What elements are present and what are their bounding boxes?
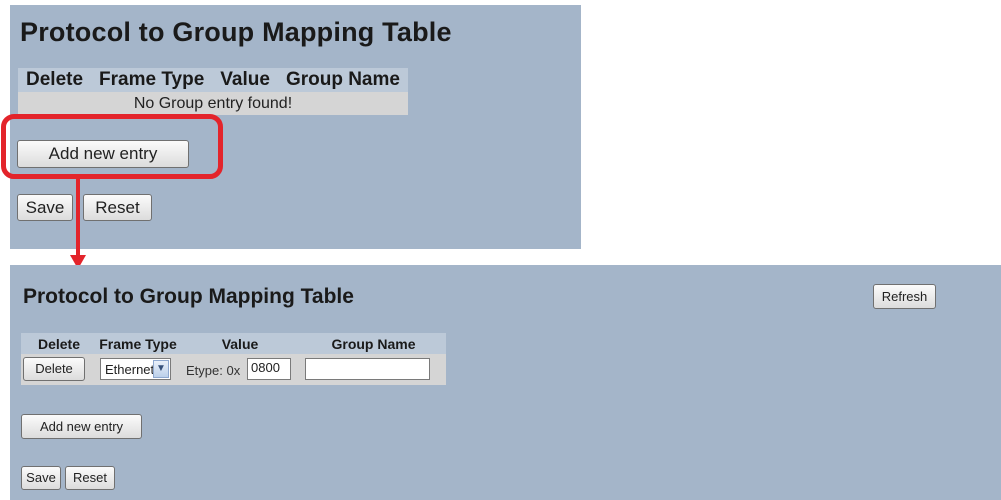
frame-type-select[interactable]: Ethernet ▼ [100,358,171,380]
frame-type-value: Ethernet [105,362,155,377]
column-header-delete: Delete [21,333,97,354]
group-name-input[interactable] [305,358,430,380]
table-row: Delete Ethernet ▼ Etype: 0x 0800 [21,354,446,385]
save-button[interactable]: Save [17,194,73,221]
chevron-down-icon[interactable]: ▼ [153,360,169,378]
mapping-panel-after: Protocol to Group Mapping Table Refresh … [10,265,1001,500]
etype-prefix-label: Etype: 0x [186,363,241,378]
column-header-value: Value [212,68,278,92]
page-title: Protocol to Group Mapping Table [23,285,354,308]
column-header-frame-type: Frame Type [97,333,179,354]
mapping-table: Delete Frame Type Value Group Name No Gr… [18,68,408,115]
etype-value-input[interactable]: 0800 [247,358,291,380]
add-new-entry-button[interactable]: Add new entry [21,414,142,439]
mapping-table: Delete Frame Type Value Group Name Delet… [21,333,446,385]
arrow-line [76,179,80,258]
reset-button[interactable]: Reset [65,466,115,490]
refresh-button[interactable]: Refresh [873,284,936,309]
reset-button[interactable]: Reset [83,194,152,221]
column-header-group-name: Group Name [277,68,408,92]
save-button[interactable]: Save [21,466,61,490]
column-header-frame-type: Frame Type [91,68,213,92]
column-header-delete: Delete [18,68,92,92]
column-header-group-name: Group Name [301,333,446,354]
page-title: Protocol to Group Mapping Table [20,17,452,47]
highlight-box [1,114,223,179]
empty-message: No Group entry found! [18,92,408,115]
delete-button[interactable]: Delete [23,357,85,381]
column-header-value: Value [179,333,301,354]
